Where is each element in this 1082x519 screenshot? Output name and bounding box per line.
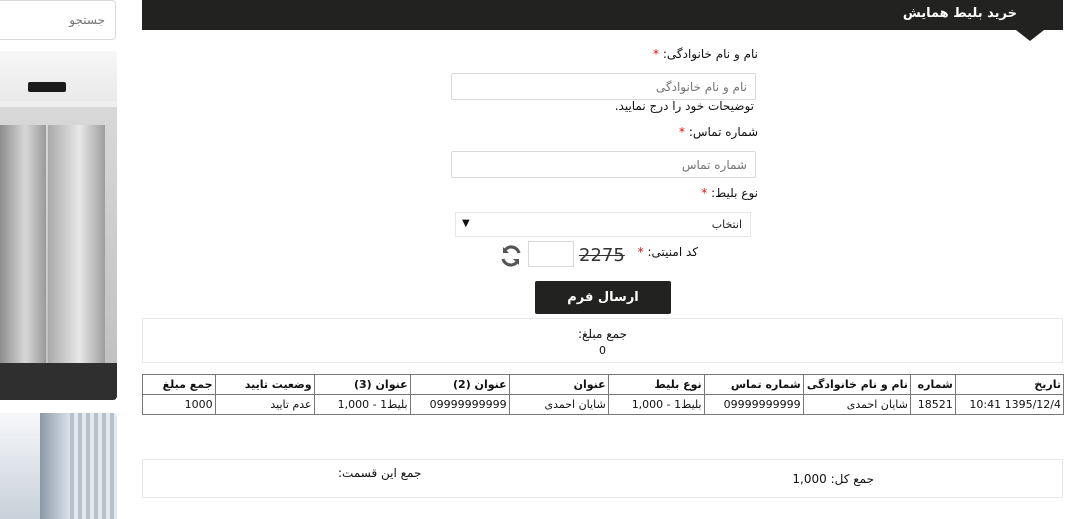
table-header-row: تاریخ شماره نام و نام خانوادگی شماره تما… <box>142 374 1065 395</box>
page-title: خرید بلیط همایش <box>902 6 1017 21</box>
search-input[interactable] <box>0 1 115 39</box>
table-header: عنوان (2) <box>409 374 510 395</box>
table-cell: 09999999999 <box>703 394 804 415</box>
dropdown-arrow-icon: ▼ <box>462 218 470 229</box>
elevator-door-left <box>0 125 46 400</box>
security-code-label: کد امنیتی: <box>647 245 699 259</box>
building-glass-left <box>0 413 40 519</box>
required-star: * <box>637 245 644 259</box>
elevator-ceiling <box>0 51 117 101</box>
table-header: عنوان <box>508 374 609 395</box>
name-label: نام و نام خانوادگی: <box>662 47 758 61</box>
table-cell: 1395/12/4 10:41 <box>954 394 1065 415</box>
ticket-type-select[interactable]: انتخاب ▼ <box>455 212 751 237</box>
elevator-image <box>0 51 117 400</box>
table-cell: شایان احمدی <box>802 394 911 415</box>
name-label-row: نام و نام خانوادگی: * <box>653 47 758 61</box>
table-cell: 1000 <box>142 394 216 415</box>
phone-field[interactable] <box>451 151 756 178</box>
ticket-label-row: نوع بلیط: * <box>701 186 758 200</box>
orders-table: تاریخ شماره نام و نام خانوادگی شماره تما… <box>142 374 1065 415</box>
table-header: شماره <box>909 374 956 395</box>
section-total-label: جمع این قسمت: <box>338 466 422 480</box>
security-label-row: کد امنیتی: * <box>638 245 698 259</box>
table-header: تاریخ <box>954 374 1065 395</box>
sum-box: جمع مبلغ: 0 <box>142 318 1063 363</box>
submit-button[interactable]: ارسال فرم <box>535 281 671 314</box>
header-notch <box>1016 30 1044 41</box>
table-cell: 18521 <box>909 394 956 415</box>
required-star: * <box>653 47 660 61</box>
required-star: * <box>701 186 708 200</box>
table-cell: شایان احمدی <box>508 394 609 415</box>
name-field[interactable] <box>451 73 756 100</box>
table-cell: بلیط1 - 1,000 <box>607 394 705 415</box>
elevator-footer-bar <box>0 363 117 400</box>
phone-input[interactable] <box>452 152 755 177</box>
ticket-type-selected: انتخاب <box>711 218 742 231</box>
table-header: نوع بلیط <box>607 374 705 395</box>
grand-total: جمع کل: 1,000 <box>792 472 874 486</box>
table-cell: عدم تایید <box>214 394 315 415</box>
required-star: * <box>679 125 685 139</box>
phone-label: شماره تماس: <box>688 125 758 139</box>
page-header: خرید بلیط همایش <box>142 0 1063 30</box>
table-cell: بلیط1 - 1,000 <box>313 394 411 415</box>
ticket-type-label: نوع بلیط: <box>711 186 758 200</box>
building-image <box>0 413 117 519</box>
captcha-input[interactable] <box>528 241 574 267</box>
table-header: نام و نام خانوادگی <box>802 374 911 395</box>
table-row: 1395/12/4 10:41 18521 شایان احمدی 099999… <box>142 394 1065 415</box>
refresh-icon[interactable] <box>498 243 524 269</box>
elevator-door-right <box>48 125 105 400</box>
table-header: عنوان (3) <box>313 374 411 395</box>
name-input[interactable] <box>452 74 755 99</box>
elevator-display <box>28 82 66 92</box>
name-hint: توضیحات خود را درج نمایید. <box>614 99 754 113</box>
captcha-image: 2275 <box>579 245 625 266</box>
phone-label-row: شماره تماس: * <box>679 125 758 139</box>
building-glass-middle <box>40 413 70 519</box>
table-cell: 09999999999 <box>409 394 510 415</box>
search-box[interactable] <box>0 0 116 40</box>
table-header: وضعیت تایید <box>214 374 315 395</box>
sum-label: جمع مبلغ: <box>577 327 627 341</box>
table-header: جمع مبلغ <box>142 374 216 395</box>
sum-value: 0 <box>599 344 606 357</box>
totals-box: جمع این قسمت: جمع کل: 1,000 <box>142 459 1063 498</box>
building-facade-lines <box>70 413 117 519</box>
table-header: شماره تماس <box>703 374 804 395</box>
